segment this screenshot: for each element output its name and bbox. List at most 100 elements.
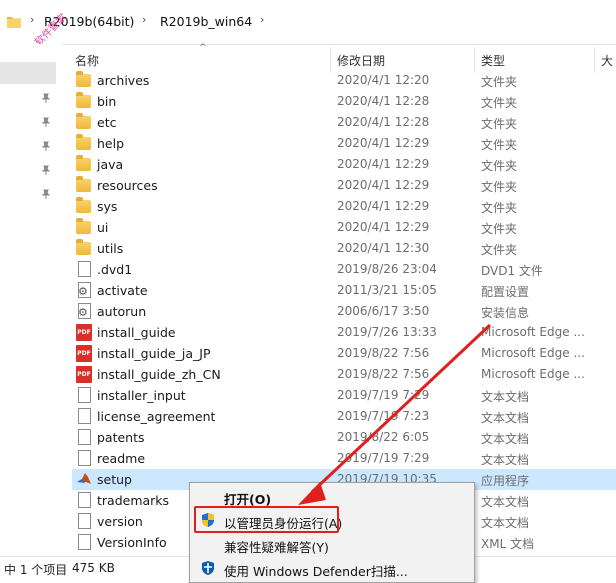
file-type: 文件夹 bbox=[481, 159, 518, 173]
file-name: install_guide_zh_CN bbox=[97, 367, 221, 382]
file-modified-date: 2011/3/21 15:05 bbox=[337, 283, 437, 297]
file-modified-date: 2019/8/22 7:56 bbox=[337, 346, 430, 360]
column-header-date[interactable]: 修改日期 bbox=[337, 52, 385, 69]
file-row[interactable]: utils 2020/4/1 12:30 文件夹 bbox=[72, 238, 616, 259]
file-type: 文件夹 bbox=[481, 75, 518, 89]
file-type: 文件夹 bbox=[481, 180, 518, 194]
file-icon bbox=[78, 261, 91, 277]
file-row[interactable]: activate 2011/3/21 15:05 配置设置 bbox=[72, 280, 616, 301]
file-type: Microsoft Edge ... bbox=[481, 346, 585, 360]
file-modified-date: 2020/4/1 12:28 bbox=[337, 94, 430, 108]
file-row[interactable]: license_agreement 2019/7/19 7:23 文本文档 bbox=[72, 406, 616, 427]
file-row[interactable]: PDF install_guide 2019/7/26 13:33 Microsoft… bbox=[72, 322, 616, 343]
file-name: .dvd1 bbox=[97, 262, 133, 277]
nav-selected-item[interactable] bbox=[0, 62, 56, 84]
status-selection-count: 中 1 个项目 bbox=[4, 563, 68, 577]
breadcrumb-separator: › bbox=[30, 13, 35, 26]
file-modified-date: 2019/8/26 23:04 bbox=[337, 262, 437, 276]
file-modified-date: 2020/4/1 12:29 bbox=[337, 178, 430, 192]
file-modified-date: 2020/4/1 12:29 bbox=[337, 220, 430, 234]
file-modified-date: 2020/4/1 12:20 bbox=[337, 73, 430, 87]
file-type: 文件夹 bbox=[481, 243, 518, 257]
file-type: 安装信息 bbox=[481, 306, 530, 320]
defender-icon bbox=[200, 560, 216, 579]
folder-icon bbox=[7, 15, 21, 32]
file-type: 文件夹 bbox=[481, 96, 518, 110]
file-type: 文件夹 bbox=[481, 138, 518, 152]
file-row[interactable]: PDF install_guide_ja_JP 2019/8/22 7:56 Micr… bbox=[72, 343, 616, 364]
file-type: 文件夹 bbox=[481, 222, 518, 236]
file-type: 应用程序 bbox=[481, 474, 530, 488]
matlab-setup-icon bbox=[76, 471, 92, 488]
file-row[interactable]: bin 2020/4/1 12:28 文件夹 bbox=[72, 91, 616, 112]
file-type: Microsoft Edge ... bbox=[481, 325, 585, 339]
folder-icon bbox=[76, 218, 91, 234]
breadcrumb-separator: › bbox=[260, 13, 265, 26]
file-modified-date: 2019/8/22 7:56 bbox=[337, 367, 430, 381]
file-row[interactable]: archives 2020/4/1 12:20 文件夹 bbox=[72, 70, 616, 91]
file-row[interactable]: sys 2020/4/1 12:29 文件夹 bbox=[72, 196, 616, 217]
column-header-size[interactable]: 大 bbox=[601, 52, 613, 69]
file-row[interactable]: PDF install_guide_zh_CN 2019/8/22 7:56 Micr… bbox=[72, 364, 616, 385]
address-bar[interactable]: › R2019b(64bit) › R2019b_win64 › bbox=[0, 0, 616, 45]
file-name: utils bbox=[97, 241, 124, 256]
file-row[interactable]: autorun 2006/6/17 3:50 安装信息 bbox=[72, 301, 616, 322]
navigation-pane[interactable] bbox=[0, 44, 62, 554]
file-name: etc bbox=[97, 115, 117, 130]
file-row[interactable]: etc 2020/4/1 12:28 文件夹 bbox=[72, 112, 616, 133]
folder-icon bbox=[76, 71, 91, 87]
text-file-icon bbox=[78, 513, 91, 529]
file-row[interactable]: ui 2020/4/1 12:29 文件夹 bbox=[72, 217, 616, 238]
file-row[interactable]: resources 2020/4/1 12:29 文件夹 bbox=[72, 175, 616, 196]
file-name: ui bbox=[97, 220, 109, 235]
file-name: readme bbox=[97, 451, 146, 466]
file-modified-date: 2006/6/17 3:50 bbox=[337, 304, 430, 318]
file-modified-date: 2019/7/26 13:33 bbox=[337, 325, 437, 339]
menu-item-label: 使用 Windows Defender扫描... bbox=[224, 564, 408, 579]
text-file-icon bbox=[78, 387, 91, 403]
folder-icon bbox=[76, 197, 91, 213]
xml-file-icon bbox=[78, 534, 91, 550]
column-header-name[interactable]: 名称 bbox=[75, 52, 99, 69]
file-row[interactable]: installer_input 2019/7/19 7:29 文本文档 bbox=[72, 385, 616, 406]
file-type: 文本文档 bbox=[481, 516, 530, 530]
file-name: patents bbox=[97, 430, 145, 445]
text-file-icon bbox=[78, 450, 91, 466]
file-row[interactable]: .dvd1 2019/8/26 23:04 DVD1 文件 bbox=[72, 259, 616, 280]
folder-icon bbox=[76, 176, 91, 192]
config-file-icon bbox=[78, 282, 91, 298]
text-file-icon bbox=[78, 408, 91, 424]
file-name: bin bbox=[97, 94, 117, 109]
file-type: 文本文档 bbox=[481, 495, 530, 509]
menu-item-compatibility[interactable]: 兼容性疑难解答(Y) bbox=[190, 533, 474, 555]
file-type: Microsoft Edge ... bbox=[481, 367, 585, 381]
menu-item-defender-scan[interactable]: 使用 Windows Defender扫描... bbox=[190, 557, 474, 579]
pdf-icon: PDF bbox=[76, 366, 92, 383]
file-type: 文本文档 bbox=[481, 432, 530, 446]
file-type: 配置设置 bbox=[481, 285, 530, 299]
file-name: installer_input bbox=[97, 388, 186, 403]
column-header-type[interactable]: 类型 bbox=[481, 52, 505, 69]
file-type: 文本文档 bbox=[481, 453, 530, 467]
menu-item-label: 兼容性疑难解答(Y) bbox=[224, 540, 329, 555]
file-modified-date: 2020/4/1 12:30 bbox=[337, 241, 430, 255]
file-name: setup bbox=[97, 472, 132, 487]
file-modified-date: 2019/7/19 7:29 bbox=[337, 451, 430, 465]
file-name: help bbox=[97, 136, 125, 151]
file-name: VersionInfo bbox=[97, 535, 167, 550]
file-row[interactable]: help 2020/4/1 12:29 文件夹 bbox=[72, 133, 616, 154]
folder-icon bbox=[76, 155, 91, 171]
status-selection-size: 475 KB bbox=[72, 561, 115, 575]
text-file-icon bbox=[78, 429, 91, 445]
file-type: DVD1 文件 bbox=[481, 264, 543, 278]
file-row[interactable]: readme 2019/7/19 7:29 文本文档 bbox=[72, 448, 616, 469]
file-row[interactable]: patents 2019/8/22 6:05 文本文档 bbox=[72, 427, 616, 448]
menu-item-open[interactable]: 打开(O) bbox=[190, 485, 474, 507]
file-modified-date: 2019/7/19 7:29 bbox=[337, 388, 430, 402]
file-name: version bbox=[97, 514, 143, 529]
breadcrumb-item[interactable]: R2019b_win64 bbox=[160, 14, 252, 29]
file-name: autorun bbox=[97, 304, 147, 319]
file-row[interactable]: java 2020/4/1 12:29 文件夹 bbox=[72, 154, 616, 175]
pdf-icon: PDF bbox=[76, 345, 92, 362]
column-header-row: ^ 名称 修改日期 类型 大 bbox=[62, 43, 616, 73]
